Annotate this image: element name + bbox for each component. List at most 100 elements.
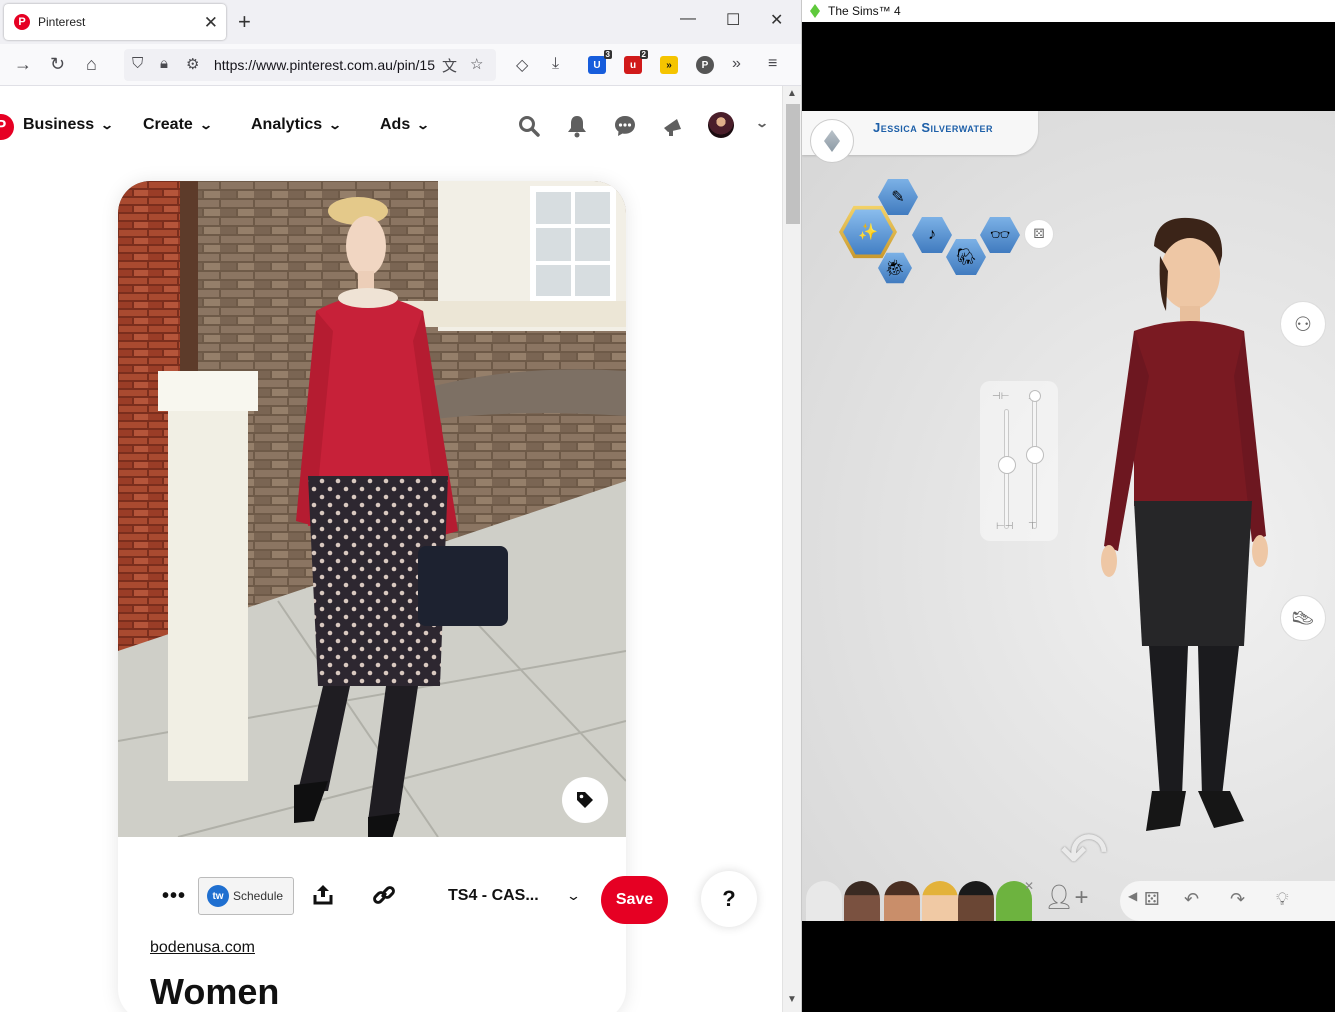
tab-pinterest[interactable]: P Pinterest ✕ bbox=[4, 4, 226, 40]
sim-portrait-2[interactable] bbox=[844, 881, 880, 921]
app-menu-icon[interactable]: ≡ bbox=[768, 55, 777, 73]
tailwind-icon: tw bbox=[207, 885, 229, 907]
home-icon[interactable]: ⌂ bbox=[86, 54, 97, 75]
bitwarden-icon[interactable]: U3 bbox=[588, 50, 612, 74]
menu-analytics[interactable]: Analytics ⌄ bbox=[251, 116, 343, 134]
redo-icon[interactable]: ↷ bbox=[1230, 889, 1245, 910]
avatar[interactable] bbox=[708, 112, 734, 138]
ublock-icon[interactable]: u2 bbox=[624, 50, 648, 74]
chevron-down-icon: ⌄ bbox=[328, 118, 343, 132]
close-window-button[interactable]: ✕ bbox=[770, 10, 783, 30]
page-scrollbar[interactable]: ▲ ▼ bbox=[782, 86, 801, 1012]
copy-link-icon[interactable] bbox=[372, 883, 396, 913]
width-slider-knob[interactable] bbox=[998, 456, 1016, 474]
sim-name-tab[interactable]: Jessica Silverwater bbox=[802, 111, 1038, 163]
pinterest-page: P Business⌄ Create⌄ Analytics⌄ Ads⌄ ⌄ bbox=[0, 86, 782, 1012]
cas-tools: ◀ ⚄ ↶ ↷ 💡︎ bbox=[1120, 881, 1335, 921]
trait-animal-icon[interactable]: 🐘︎ bbox=[946, 239, 986, 275]
aspiration-diamond-icon[interactable] bbox=[810, 119, 854, 163]
sim-portrait-5[interactable] bbox=[958, 881, 994, 921]
add-sim-icon[interactable]: 👤︎+ bbox=[1044, 883, 1088, 912]
width-min-icon: ⊢⊣ bbox=[996, 521, 1014, 532]
new-tab-button[interactable]: + bbox=[238, 9, 251, 35]
translate-icon[interactable]: 文 bbox=[442, 55, 457, 76]
chevron-down-icon: ⌄ bbox=[198, 118, 213, 132]
url-text[interactable]: https://www.pinterest.com.au/pin/15 bbox=[214, 57, 436, 73]
url-bar[interactable]: ⛉ 🔒︎ ⚙ https://www.pinterest.com.au/pin/… bbox=[124, 49, 496, 81]
downloads-icon[interactable]: ⤓ bbox=[552, 55, 559, 73]
game-window-title: The Sims™ 4 bbox=[828, 4, 901, 18]
board-selector[interactable]: TS4 - CAS... bbox=[448, 887, 539, 905]
sim-model[interactable] bbox=[1094, 216, 1294, 836]
menu-ads[interactable]: Ads ⌄ bbox=[380, 116, 431, 134]
body-sliders: ⊣⊢ ⊥ ⊢⊣ ⊤ bbox=[980, 381, 1058, 541]
notifications-bell-icon[interactable] bbox=[565, 114, 589, 138]
tab-strip: P Pinterest ✕ + — ☐ ✕ bbox=[0, 0, 801, 44]
shoes-icon[interactable]: 👟︎ bbox=[1280, 595, 1326, 641]
bookmark-star-icon[interactable]: ☆ bbox=[470, 55, 483, 73]
sim-portrait-3[interactable] bbox=[884, 881, 920, 921]
chevron-left-icon[interactable]: ◀ bbox=[1128, 889, 1137, 903]
tag-icon[interactable] bbox=[562, 777, 608, 823]
undo-icon[interactable]: ↶ bbox=[1184, 889, 1199, 910]
pinterest-ext-icon[interactable]: P bbox=[696, 56, 714, 74]
trait-glasses-icon[interactable]: 👓︎ bbox=[980, 217, 1020, 253]
more-options-icon[interactable]: ••• bbox=[162, 885, 186, 908]
account-chevron-icon[interactable]: ⌄ bbox=[749, 116, 769, 130]
back-icon[interactable]: → bbox=[14, 54, 32, 75]
remove-sim-icon[interactable]: ✕ bbox=[1024, 879, 1034, 893]
close-tab-icon[interactable]: ✕ bbox=[204, 13, 218, 33]
scrollbar-thumb[interactable] bbox=[786, 104, 800, 224]
pinterest-icon: P bbox=[14, 14, 30, 30]
pocket-icon[interactable]: ◇ bbox=[516, 55, 528, 75]
save-button[interactable]: Save bbox=[601, 876, 668, 924]
search-icon[interactable] bbox=[517, 114, 541, 138]
menu-create[interactable]: Create ⌄ bbox=[143, 116, 213, 134]
height-slider-top-knob[interactable] bbox=[1029, 390, 1041, 402]
randomize-icon[interactable]: ⚄ bbox=[1144, 889, 1160, 910]
sim-portrait-4[interactable] bbox=[922, 881, 958, 921]
randomize-traits-icon[interactable]: ⚄ bbox=[1024, 219, 1054, 249]
maximize-button[interactable]: ☐ bbox=[726, 10, 740, 30]
reload-icon[interactable]: ↻ bbox=[50, 54, 65, 75]
help-button[interactable]: ? bbox=[701, 871, 757, 927]
shield-icon[interactable]: ⛉ bbox=[132, 55, 143, 72]
trait-music-icon[interactable]: ♪ bbox=[912, 217, 952, 253]
scroll-down-icon[interactable]: ▼ bbox=[787, 994, 797, 1005]
pinterest-logo-icon[interactable]: P bbox=[0, 114, 14, 140]
chevron-down-icon: ⌄ bbox=[416, 118, 431, 132]
more-extensions-icon[interactable]: » bbox=[732, 55, 741, 73]
schedule-label: Schedule bbox=[233, 889, 284, 903]
board-chevron-icon[interactable]: ⌄ bbox=[566, 888, 581, 904]
announcements-icon[interactable] bbox=[661, 114, 685, 138]
height-slider-track[interactable] bbox=[1032, 399, 1037, 529]
menu-business[interactable]: Business ⌄ bbox=[23, 116, 114, 134]
sim-name[interactable]: Jessica Silverwater bbox=[873, 120, 993, 135]
sim-portrait-1[interactable] bbox=[806, 881, 842, 921]
source-link[interactable]: bodenusa.com bbox=[150, 939, 255, 957]
pin-card: ••• tw Schedule TS4 - CAS... ⌄ bodenusa.… bbox=[118, 181, 626, 1012]
scroll-up-icon[interactable]: ▲ bbox=[787, 88, 797, 99]
create-a-sim-scene: Jessica Silverwater ✨ ✎ ♪ 🐘︎ 👓︎ 🐞︎ ⚄ ⊣⊢ … bbox=[802, 111, 1335, 921]
browser-window: P Pinterest ✕ + — ☐ ✕ → ↻ ⌂ ⛉ 🔒︎ ⚙ https… bbox=[0, 0, 802, 1012]
pin-title: Women bbox=[150, 971, 280, 1012]
pin-photo[interactable] bbox=[118, 181, 626, 837]
game-titlebar: The Sims™ 4 bbox=[802, 0, 1335, 22]
height-min-icon: ⊤ bbox=[1028, 521, 1037, 532]
pinterest-header: P Business⌄ Create⌄ Analytics⌄ Ads⌄ ⌄ bbox=[0, 86, 782, 166]
messages-icon[interactable] bbox=[613, 114, 637, 138]
family-tree-icon[interactable]: ⚇ bbox=[1280, 301, 1326, 347]
height-slider-knob[interactable] bbox=[1026, 446, 1044, 464]
width-slider-icon: ⊣⊢ bbox=[992, 391, 1010, 402]
tips-lightbulb-icon[interactable]: 💡︎ bbox=[1276, 889, 1289, 910]
lock-icon[interactable]: 🔒︎ bbox=[160, 55, 168, 72]
tube-icon[interactable]: » bbox=[660, 56, 678, 74]
nav-toolbar: → ↻ ⌂ ⛉ 🔒︎ ⚙ https://www.pinterest.com.a… bbox=[0, 44, 801, 86]
plumbob-icon bbox=[810, 4, 820, 18]
share-icon[interactable] bbox=[312, 883, 334, 911]
permissions-icon[interactable]: ⚙ bbox=[186, 55, 199, 73]
schedule-button[interactable]: tw Schedule bbox=[198, 877, 294, 915]
minimize-button[interactable]: — bbox=[680, 10, 696, 28]
pin-actions: ••• tw Schedule TS4 - CAS... ⌄ bbox=[118, 877, 626, 927]
tab-title: Pinterest bbox=[38, 15, 86, 29]
